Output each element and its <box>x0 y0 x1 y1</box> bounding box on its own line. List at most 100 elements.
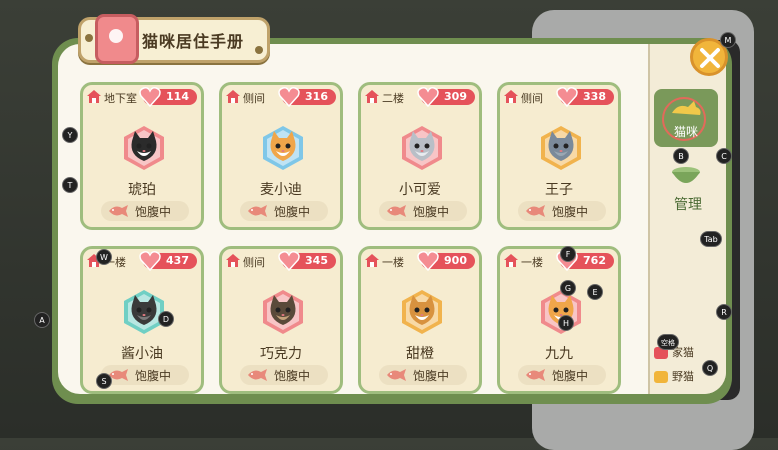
title-tab: 猫咪居住手册 <box>78 14 270 64</box>
cat-silhouette-icon <box>672 101 701 115</box>
close-icon <box>700 48 720 68</box>
card-header: 侧间 338 <box>504 87 614 109</box>
house-icon <box>504 254 518 267</box>
affection-value: 762 <box>583 254 606 267</box>
affection-value: 338 <box>583 90 606 103</box>
hotkey-hint-w: W <box>96 249 112 265</box>
cat-card[interactable]: 一楼 437 酱小油 饱腹中 <box>80 246 204 394</box>
house-icon <box>226 254 240 267</box>
cat-portrait-icon <box>124 126 164 170</box>
hotkey-hint-t: T <box>62 177 78 193</box>
legend-wild-label: 野猫 <box>672 370 694 383</box>
tab-manage-label: 管理 <box>674 197 702 213</box>
card-header: 一楼 900 <box>365 251 475 273</box>
status-badge: 饱腹中 <box>240 365 328 385</box>
cat-card[interactable]: 一楼 900 甜橙饱腹中 <box>358 246 482 394</box>
affection-badge: 437 <box>139 251 197 272</box>
heart-icon <box>417 87 439 108</box>
cat-card[interactable]: 侧间 345 巧克力饱腹中 <box>219 246 343 394</box>
cat-portrait-icon <box>263 126 303 170</box>
cat-card[interactable]: 侧间 316 麦小迪饱腹中 <box>219 82 343 230</box>
affection-badge: 316 <box>278 87 336 108</box>
wild-cat-icon <box>654 371 668 383</box>
fish-icon <box>248 369 267 381</box>
cat-name: 巧克力 <box>260 346 302 362</box>
hotkey-hint-a: A <box>34 312 50 328</box>
panel-inner: 地下室 114 琥珀 饱腹中 侧间 316 麦小迪 饱腹中 二楼 309 小可爱 饱腹中 侧间 338 王子… <box>58 44 726 394</box>
handbook-icon <box>95 14 139 64</box>
hotkey-hint-s: S <box>96 373 112 389</box>
cat-name: 麦小迪 <box>260 182 302 198</box>
cat-location: 一楼 <box>521 256 543 269</box>
pin-icon <box>255 46 263 54</box>
hotkey-hint-m: M <box>720 32 736 48</box>
cat-name: 琥珀 <box>128 182 156 198</box>
legend-wild-cat: 野猫 <box>654 368 694 384</box>
affection-badge: 345 <box>278 251 336 272</box>
status-badge: 饱腹中 <box>379 201 467 221</box>
cat-card-grid: 地下室 114 琥珀 饱腹中 侧间 316 麦小迪 饱腹中 二楼 309 小可爱 饱腹中 侧间 338 王子… <box>64 58 644 394</box>
house-icon <box>226 90 240 103</box>
cat-portrait-icon <box>402 290 442 334</box>
hotkey-hint-e: E <box>587 284 603 300</box>
cat-name: 甜橙 <box>406 346 434 362</box>
page-title: 猫咪居住手册 <box>142 32 245 51</box>
tab-manage[interactable]: 管理 <box>650 164 726 234</box>
house-icon <box>87 90 101 103</box>
house-icon <box>365 90 379 103</box>
status-text: 饱腹中 <box>274 205 311 219</box>
hotkey-hint-space: 空格 <box>657 334 679 350</box>
status-text: 饱腹中 <box>413 205 450 219</box>
cat-location: 一楼 <box>382 256 404 269</box>
cat-location: 二楼 <box>382 92 404 105</box>
status-badge: 饱腹中 <box>518 365 606 385</box>
cat-portrait-icon <box>541 126 581 170</box>
fish-icon <box>526 369 545 381</box>
card-header: 侧间 316 <box>226 87 336 109</box>
pin-icon <box>85 34 93 42</box>
affection-value: 316 <box>305 90 328 103</box>
status-badge: 饱腹中 <box>101 201 189 221</box>
tab-cats[interactable]: 猫咪 <box>654 89 718 147</box>
cat-name: 小可爱 <box>399 182 441 198</box>
cat-card[interactable]: 二楼 309 小可爱饱腹中 <box>358 82 482 230</box>
cat-name: 九九 <box>545 346 573 362</box>
card-header: 一楼 762 <box>504 251 614 273</box>
affection-badge: 309 <box>417 87 475 108</box>
cat-handbook-panel: 地下室 114 琥珀 饱腹中 侧间 316 麦小迪 饱腹中 二楼 309 小可爱 饱腹中 侧间 338 王子… <box>52 38 732 404</box>
affection-badge: 900 <box>417 251 475 272</box>
affection-badge: 114 <box>139 87 197 108</box>
heart-icon <box>278 251 300 272</box>
affection-value: 437 <box>166 254 189 267</box>
heart-icon <box>556 87 578 108</box>
status-text: 饱腹中 <box>413 369 450 383</box>
cat-location: 侧间 <box>243 92 265 105</box>
status-badge: 饱腹中 <box>101 365 189 385</box>
hotkey-hint-b: B <box>673 148 689 164</box>
fish-icon <box>526 205 545 217</box>
hotkey-hint-f: F <box>560 246 576 262</box>
cat-name: 酱小油 <box>121 346 163 362</box>
heart-icon <box>417 251 439 272</box>
cat-location: 侧间 <box>521 92 543 105</box>
hotkey-hint-q: Q <box>702 360 718 376</box>
house-icon <box>365 254 379 267</box>
card-header: 地下室 114 <box>87 87 197 109</box>
affection-value: 345 <box>305 254 328 267</box>
status-text: 饱腹中 <box>274 369 311 383</box>
cat-location: 侧间 <box>243 256 265 269</box>
house-icon <box>504 90 518 103</box>
heart-icon <box>139 251 161 272</box>
hotkey-hint-r: R <box>716 304 732 320</box>
fish-icon <box>387 369 406 381</box>
cat-name: 王子 <box>545 182 573 198</box>
heart-icon <box>278 87 300 108</box>
cat-portrait-icon <box>402 126 442 170</box>
heart-icon <box>139 87 161 108</box>
status-badge: 饱腹中 <box>240 201 328 221</box>
status-text: 饱腹中 <box>135 369 172 383</box>
hotkey-hint-c: C <box>716 148 732 164</box>
status-text: 饱腹中 <box>552 369 589 383</box>
cat-card[interactable]: 地下室 114 琥珀饱腹中 <box>80 82 204 230</box>
cat-card[interactable]: 侧间 338 王子 饱腹中 <box>497 82 621 230</box>
